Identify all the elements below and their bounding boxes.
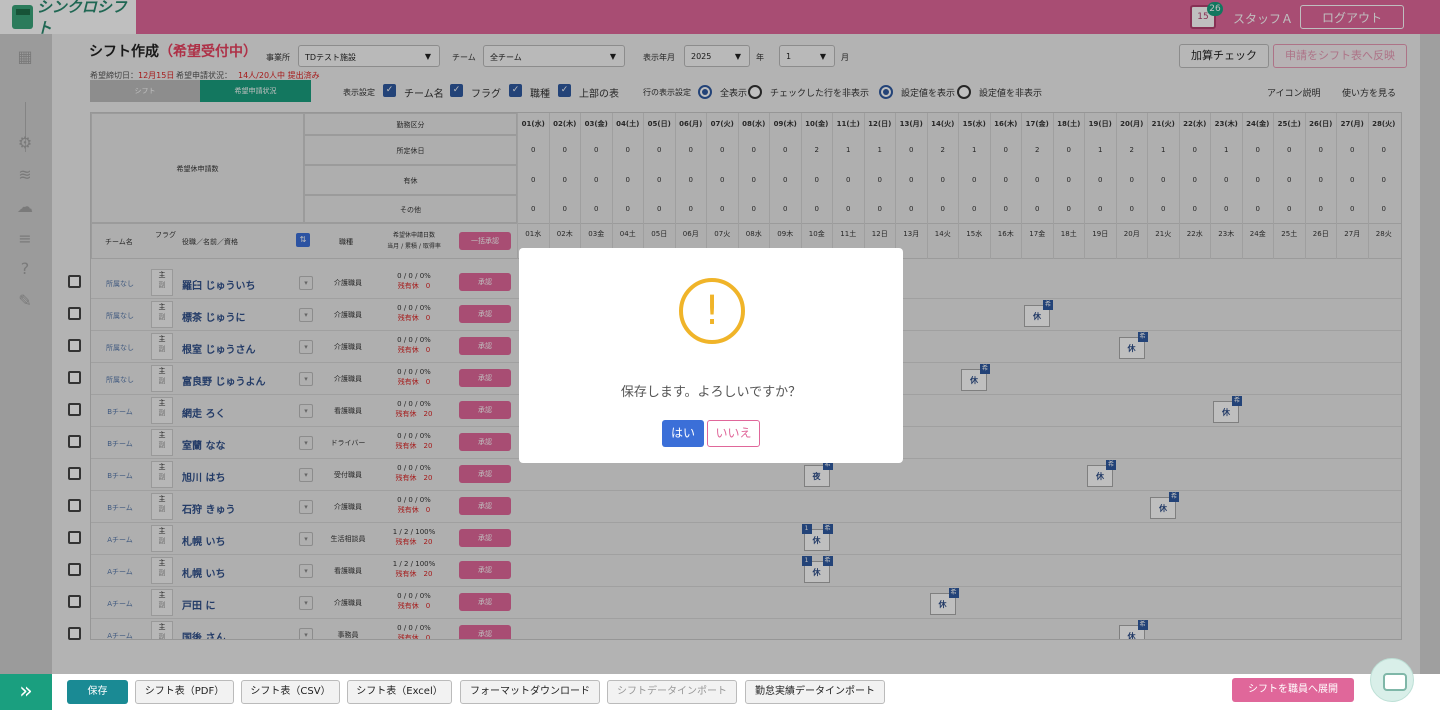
confirm-message: 保存します。よろしいですか？	[620, 385, 802, 400]
excel-export-button[interactable]: シフト表（Excel）	[347, 680, 452, 704]
chatbot-avatar[interactable]	[1370, 658, 1414, 702]
no-button[interactable]: いいえ	[707, 420, 760, 447]
expand-sidebar-icon[interactable]: »	[0, 674, 52, 710]
warning-icon: !	[679, 278, 745, 344]
yes-button[interactable]: はい	[662, 420, 704, 447]
save-button[interactable]: 保存	[67, 680, 128, 704]
shift-import-button[interactable]: シフトデータインポート	[607, 680, 737, 704]
csv-export-button[interactable]: シフト表（CSV）	[241, 680, 340, 704]
confirm-dialog: ! 保存します。よろしいですか？ はい いいえ	[519, 248, 903, 463]
pdf-export-button[interactable]: シフト表（PDF）	[135, 680, 234, 704]
attendance-import-button[interactable]: 勤怠実績データインポート	[745, 680, 885, 704]
format-download-button[interactable]: フォーマットダウンロード	[460, 680, 600, 704]
deploy-shift-button[interactable]: シフトを職員へ展開	[1232, 678, 1354, 702]
